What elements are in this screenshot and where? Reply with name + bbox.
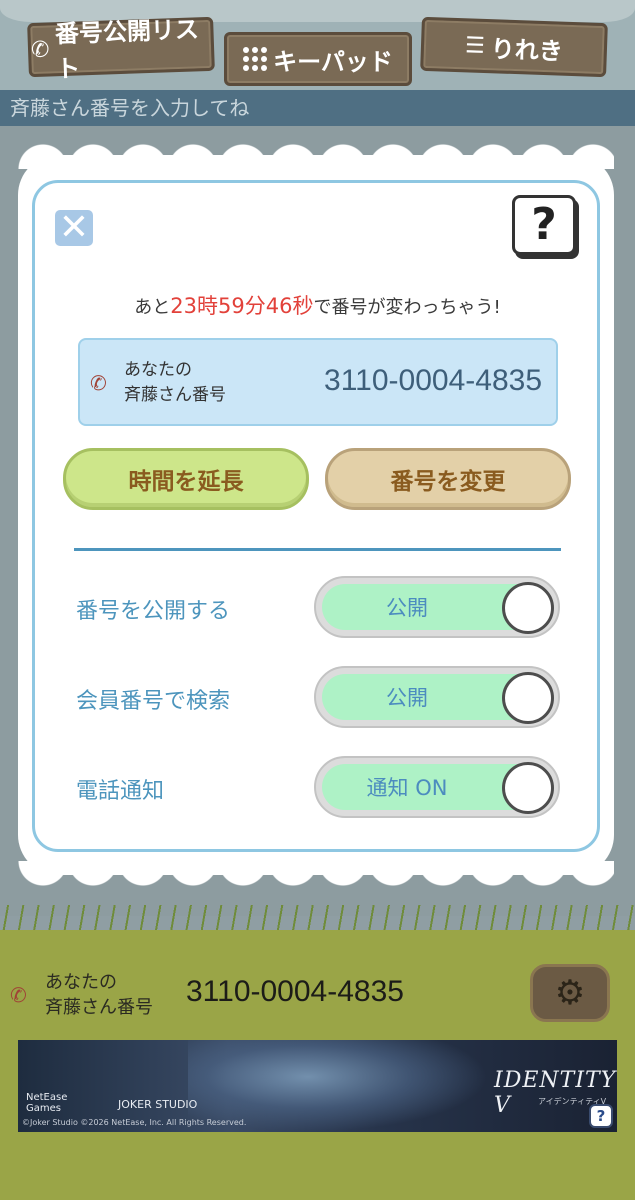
toggle-member-search[interactable]: 公開 xyxy=(314,666,560,728)
your-number-box: ✆ あなたの 斉藤さん番号 3110-0004-4835 xyxy=(78,338,558,426)
number-input-placeholder: 斉藤さん番号を入力してね xyxy=(10,96,250,120)
close-button[interactable]: ✕ xyxy=(55,210,93,246)
close-icon: ✕ xyxy=(58,207,90,248)
netease-logo: NetEase Games xyxy=(26,1092,67,1114)
divider xyxy=(74,548,561,551)
question-icon: ? xyxy=(531,199,557,250)
countdown-prefix: あと xyxy=(134,297,171,318)
netease-line2: Games xyxy=(26,1103,61,1114)
toggle-knob[interactable] xyxy=(502,672,554,724)
footer-label-line1: あなたの xyxy=(45,972,117,993)
tab-history-label: りれき xyxy=(490,34,564,66)
phone-icon: ✆ xyxy=(10,983,27,1007)
countdown-seconds: 46 xyxy=(265,294,293,318)
gear-icon: ⚙ xyxy=(554,973,586,1013)
toggle-knob[interactable] xyxy=(502,762,554,814)
your-number-label-line2: 斉藤さん番号 xyxy=(124,385,226,405)
countdown-seconds-unit: 秒 xyxy=(292,294,314,318)
number-modal xyxy=(32,180,600,852)
toggle-publish-number[interactable]: 公開 xyxy=(314,576,560,638)
toggle-text: 公開 xyxy=(386,596,428,620)
footer-label-line2: 斉藤さん番号 xyxy=(45,997,153,1018)
your-number-value: 3110-0004-4835 xyxy=(324,364,542,397)
your-number-label-line1: あなたの xyxy=(124,360,192,380)
tab-keypad[interactable]: キーパッド xyxy=(224,32,412,86)
countdown-hours-unit: 時 xyxy=(197,294,219,318)
settings-button[interactable]: ⚙ xyxy=(530,964,610,1022)
toggle-call-notification[interactable]: 通知 ON xyxy=(314,756,560,818)
number-input[interactable]: 斉藤さん番号を入力してね xyxy=(0,90,635,126)
ad-copyright: ©Joker Studio ©2026 NetEase, Inc. All Ri… xyxy=(22,1118,247,1127)
list-icon: ☰ xyxy=(464,32,486,59)
tab-number-list-label: 番号公開リスト xyxy=(54,15,200,84)
toggle-text: 通知 ON xyxy=(366,776,448,800)
keypad-icon xyxy=(243,47,268,71)
footer-number: 3110-0004-4835 xyxy=(186,975,404,1008)
tab-history[interactable]: ☰ りれき xyxy=(420,16,608,78)
ad-help-button[interactable]: ? xyxy=(589,1104,613,1128)
toggle-text: 公開 xyxy=(386,686,428,710)
countdown-minutes-unit: 分 xyxy=(244,294,266,318)
setting-label-call-notify: 電話通知 xyxy=(76,779,165,804)
ad-banner[interactable]: NetEase Games JOKER STUDIO IDENTITY V アイ… xyxy=(18,1040,617,1132)
netease-line1: NetEase xyxy=(26,1092,68,1103)
countdown-hours: 23 xyxy=(170,294,198,318)
setting-label-publish: 番号を公開する xyxy=(76,599,231,624)
countdown-text: あと23時59分46秒で番号が変わっちゃう! xyxy=(0,290,635,320)
footer-number-label: あなたの 斉藤さん番号 xyxy=(45,970,185,1020)
phone-icon: ✆ xyxy=(30,37,50,63)
tab-keypad-label: キーパッド xyxy=(273,47,393,76)
toggle-knob[interactable] xyxy=(502,582,554,634)
your-number-label: あなたの 斉藤さん番号 xyxy=(124,358,226,408)
joker-studio-logo: JOKER STUDIO xyxy=(118,1098,198,1111)
countdown-minutes: 59 xyxy=(218,294,245,318)
phone-icon: ✆ xyxy=(90,371,107,395)
tab-number-list[interactable]: ✆ 番号公開リスト xyxy=(27,15,215,83)
change-number-button[interactable]: 番号を変更 xyxy=(325,448,571,510)
help-button[interactable]: ? xyxy=(512,195,576,255)
setting-label-member-search: 会員番号で検索 xyxy=(76,689,231,714)
countdown-suffix: で番号が変わっちゃう! xyxy=(313,297,501,318)
extend-time-button[interactable]: 時間を延長 xyxy=(63,448,309,510)
